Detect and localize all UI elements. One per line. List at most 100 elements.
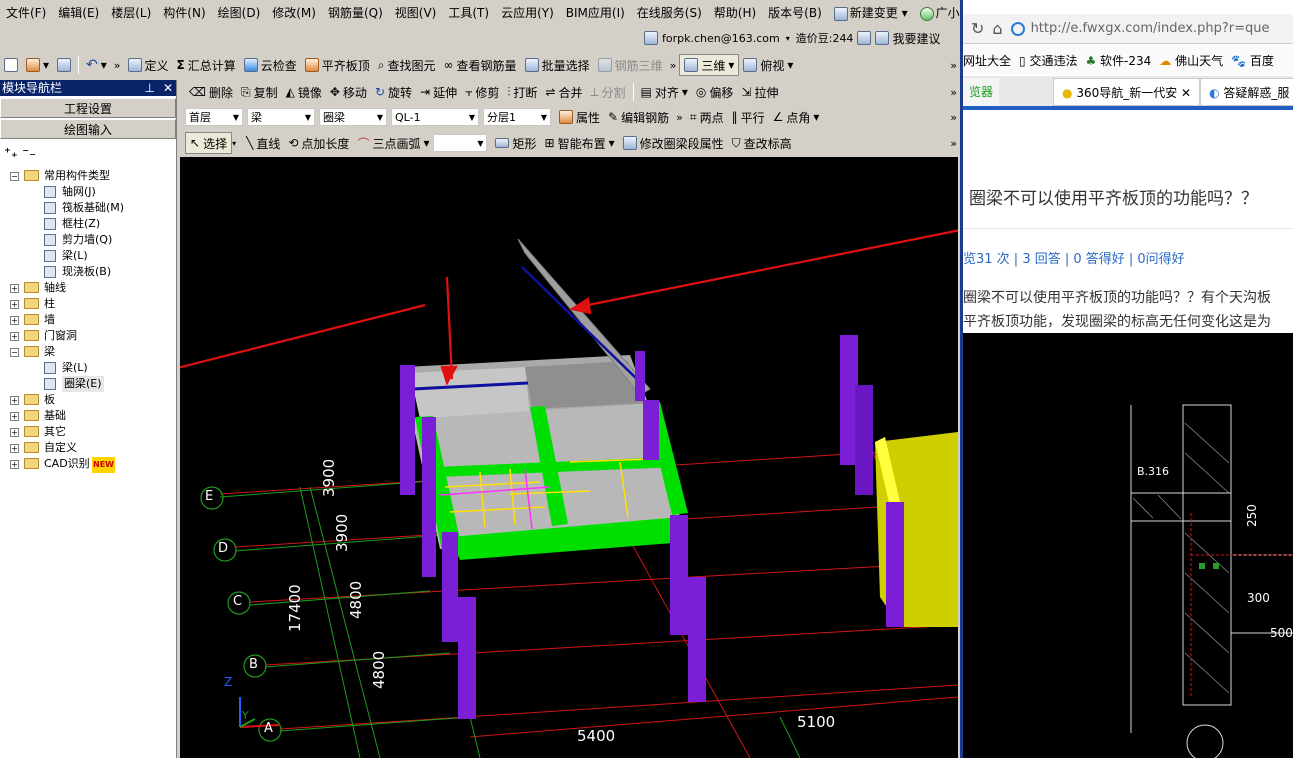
- tree-node[interactable]: + 自定义: [0, 440, 177, 456]
- tree-node[interactable]: + 墙: [0, 312, 177, 328]
- pin-icon[interactable]: ⊥: [144, 81, 154, 95]
- modify-segment-button[interactable]: 修改圈梁段属性: [619, 132, 728, 154]
- view-rebar-button[interactable]: ∞ 查看钢筋量: [440, 54, 521, 76]
- find-element-button[interactable]: ⌕ 查找图元: [374, 54, 440, 76]
- menu-assistant[interactable]: 广小二: [914, 1, 960, 25]
- two-points-button[interactable]: ⌗ 两点: [686, 106, 728, 128]
- batch-select-button[interactable]: 批量选择: [521, 54, 594, 76]
- copy-button[interactable]: ⎘ 复制: [237, 81, 282, 103]
- question-stats[interactable]: 览31 次 | 3 回答 | 0 答得好 | 0问得好: [963, 248, 1185, 267]
- tab-1[interactable]: ● 360导航_新一代安 ✕: [1053, 78, 1201, 106]
- menu-component[interactable]: 构件(N): [157, 1, 211, 25]
- rebar-3d-button[interactable]: 钢筋三维: [594, 54, 667, 76]
- expand-icon[interactable]: +: [10, 316, 19, 325]
- expand-icon[interactable]: +: [10, 460, 19, 469]
- floor-select[interactable]: 首层 ▼: [185, 108, 243, 126]
- define-button[interactable]: 定义: [124, 54, 173, 76]
- refresh-icon[interactable]: ↻: [971, 19, 984, 38]
- stretch-button[interactable]: ⇲ 拉伸: [737, 81, 782, 103]
- expand-icon[interactable]: +: [10, 284, 19, 293]
- split-button[interactable]: ⟂ 分割: [587, 81, 630, 103]
- expand-icon[interactable]: +: [10, 300, 19, 309]
- collapse-icon[interactable]: −: [10, 348, 19, 357]
- overflow-icon-2[interactable]: »: [667, 59, 680, 72]
- menu-modify[interactable]: 修改(M): [266, 1, 322, 25]
- check-elevation-button[interactable]: ⛉ 查改标高: [728, 132, 796, 154]
- close-icon[interactable]: ✕: [163, 81, 173, 95]
- property-button[interactable]: 属性: [555, 106, 604, 128]
- overflow-icon-5[interactable]: »: [673, 111, 686, 124]
- arc-option-select[interactable]: ▼: [433, 134, 488, 152]
- expand-icon[interactable]: +: [10, 332, 19, 341]
- tree-node[interactable]: + 轴线: [0, 280, 177, 296]
- collapse-icon[interactable]: −: [10, 172, 19, 181]
- view-3d-button[interactable]: 三维 ▾: [679, 54, 740, 76]
- merge-button[interactable]: ⇌ 合并: [541, 81, 586, 103]
- tree-node[interactable]: 剪力墙(Q): [0, 232, 177, 248]
- point-length-button[interactable]: ⟲ 点加长度: [284, 132, 353, 154]
- smart-layout-button[interactable]: ⊞ 智能布置 ▾: [541, 132, 619, 154]
- tree-node[interactable]: 轴网(J): [0, 184, 177, 200]
- align-button[interactable]: ▤ 对齐 ▾: [637, 81, 692, 103]
- layer-select[interactable]: 分层1 ▼: [483, 108, 551, 126]
- subtype-select[interactable]: 圈梁 ▼: [319, 108, 387, 126]
- tree-node[interactable]: 框柱(Z): [0, 216, 177, 232]
- menu-view[interactable]: 视图(V): [389, 1, 443, 25]
- point-angle-button[interactable]: ∠ 点角 ▾: [769, 106, 824, 128]
- menu-cloud[interactable]: 云应用(Y): [495, 1, 560, 25]
- line-button[interactable]: ╲ 直线: [242, 132, 284, 154]
- 3d-viewport[interactable]: E D C B A 3900 3900 4800 4800 17400 5400…: [180, 157, 958, 758]
- menu-file[interactable]: 文件(F): [0, 1, 52, 25]
- tab-2[interactable]: ◐ 答疑解惑_服: [1200, 78, 1293, 106]
- arc-button[interactable]: ⌒ 三点画弧 ▾: [353, 132, 433, 154]
- bookmark-3[interactable]: ☁ 佛山天气: [1159, 52, 1223, 69]
- undo-button[interactable]: ↶ ▾: [82, 54, 111, 76]
- home-icon[interactable]: ⌂: [992, 19, 1002, 38]
- save-button[interactable]: [53, 54, 75, 76]
- tree-node[interactable]: 现浇板(B): [0, 264, 177, 280]
- bookmark-1[interactable]: ▯ 交通违法: [1019, 52, 1077, 69]
- menu-bim[interactable]: BIM应用(I): [560, 1, 631, 25]
- menu-floor[interactable]: 楼层(L): [105, 1, 157, 25]
- account-user[interactable]: forpk.chen@163.com: [662, 32, 780, 45]
- tree-node[interactable]: 筏板基础(M): [0, 200, 177, 216]
- overflow-icon-6[interactable]: »: [947, 111, 960, 124]
- rotate-button[interactable]: ↻ 旋转: [371, 81, 416, 103]
- overflow-icon[interactable]: »: [111, 59, 124, 72]
- rect-button[interactable]: 矩形: [491, 132, 540, 154]
- menu-online[interactable]: 在线服务(S): [631, 1, 708, 25]
- menu-edit[interactable]: 编辑(E): [52, 1, 105, 25]
- tab-0[interactable]: 览器: [963, 78, 1000, 106]
- overflow-icon-4[interactable]: »: [947, 86, 960, 99]
- move-button[interactable]: ✥ 移动: [326, 81, 371, 103]
- flush-top-button[interactable]: 平齐板顶: [301, 54, 374, 76]
- delete-button[interactable]: ⌫ 删除: [185, 81, 237, 103]
- tree-node[interactable]: + 门窗洞: [0, 328, 177, 344]
- expand-icon[interactable]: +: [10, 396, 19, 405]
- tree-node[interactable]: 梁(L): [0, 248, 177, 264]
- bell-icon[interactable]: [857, 31, 872, 45]
- parallel-button[interactable]: ‖ 平行: [728, 106, 769, 128]
- tree-expand-collapse-icon[interactable]: ⁺₊ ⁻₋: [4, 146, 36, 161]
- bookmark-0[interactable]: 网址大全: [963, 52, 1011, 69]
- overflow-icon-7[interactable]: »: [947, 137, 960, 150]
- cloud-check-button[interactable]: 云检查: [240, 54, 301, 76]
- top-view-button[interactable]: 俯视 ▾: [739, 54, 797, 76]
- tree-node[interactable]: + 基础: [0, 408, 177, 424]
- bookmark-4[interactable]: 🐾 百度: [1231, 52, 1274, 69]
- account-dropdown-icon[interactable]: ▾: [786, 34, 790, 43]
- select-button[interactable]: ↖ 选择: [185, 132, 233, 154]
- expand-icon[interactable]: +: [10, 444, 19, 453]
- tree-node[interactable]: + 板: [0, 392, 177, 408]
- summary-calc-button[interactable]: Σ 汇总计算: [173, 54, 240, 76]
- drawing-input-button[interactable]: 绘图输入: [0, 119, 176, 139]
- project-settings-button[interactable]: 工程设置: [0, 98, 176, 118]
- menu-version[interactable]: 版本号(B): [762, 1, 828, 25]
- type-select[interactable]: 梁 ▼: [247, 108, 315, 126]
- select-dropdown-icon[interactable]: ▾: [232, 139, 236, 148]
- expand-icon[interactable]: +: [10, 428, 19, 437]
- menu-tools[interactable]: 工具(T): [442, 1, 495, 25]
- menu-help[interactable]: 帮助(H): [708, 1, 762, 25]
- tree-node[interactable]: + 柱: [0, 296, 177, 312]
- overflow-icon-3[interactable]: »: [947, 59, 960, 72]
